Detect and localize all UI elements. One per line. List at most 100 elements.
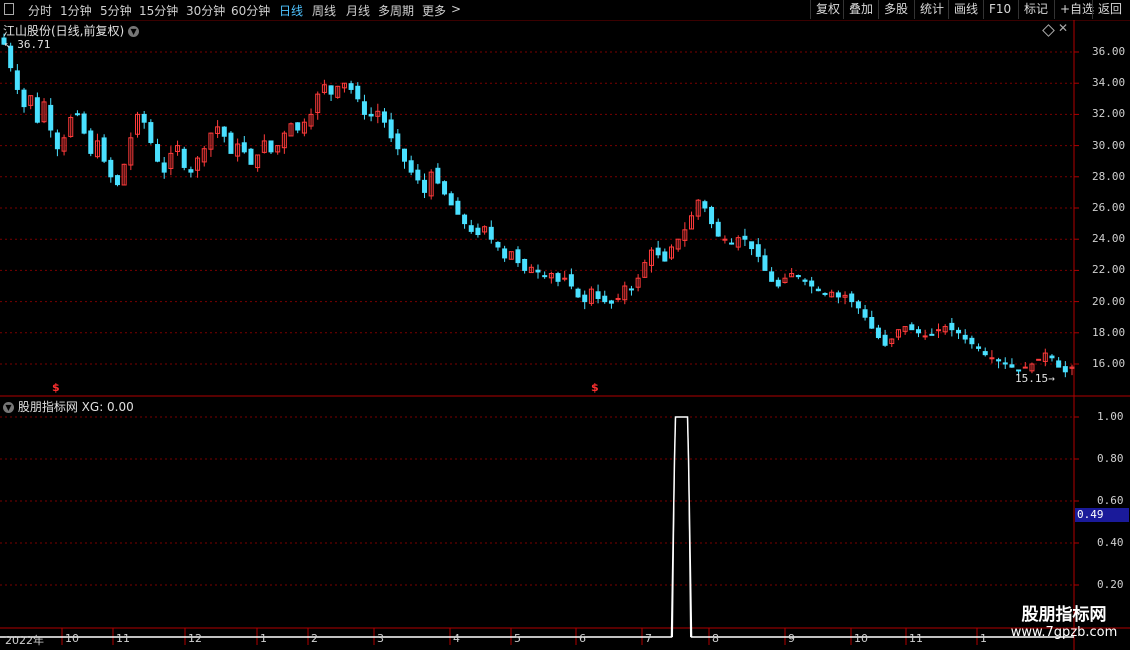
- candle-body: [442, 181, 448, 195]
- candle-body: [161, 162, 167, 173]
- candle-body: [775, 279, 781, 287]
- candle-body: [455, 200, 461, 215]
- candle-body: [248, 148, 254, 165]
- candle-body: [562, 277, 568, 280]
- candle-body: [1016, 369, 1022, 372]
- candle-body: [662, 251, 668, 262]
- candle-body: [915, 329, 921, 334]
- candle-body: [181, 148, 187, 168]
- x-axis-label: 12: [188, 632, 202, 645]
- candle-body: [402, 148, 407, 162]
- candle-body: [381, 111, 387, 123]
- candle-body: [435, 167, 441, 184]
- candle-body: [608, 300, 614, 304]
- main-y-tick: 16.00: [1092, 357, 1126, 370]
- candle-body: [448, 193, 454, 206]
- candle-body: [188, 169, 194, 173]
- indicator-y-tick: 0.80: [1097, 452, 1124, 465]
- candle-body: [268, 140, 274, 153]
- candle-body: [962, 334, 968, 340]
- candle-body: [1056, 360, 1062, 368]
- chevron-down-icon[interactable]: ▼: [3, 402, 14, 413]
- candle-body: [956, 329, 962, 334]
- candle-body: [535, 269, 541, 273]
- candle-body: [1049, 355, 1055, 359]
- main-y-tick: 30.00: [1092, 138, 1126, 152]
- candle-body: [922, 335, 928, 338]
- x-axis-label: 4: [453, 632, 460, 645]
- x-axis-label: 3: [377, 632, 384, 645]
- candle-body: [368, 113, 374, 117]
- candle-body: [729, 242, 735, 245]
- main-panel-title: 江山股份(日线,前复权): [3, 24, 125, 38]
- x-axis-label: 1: [260, 632, 267, 645]
- x-axis-label: 1: [980, 632, 987, 645]
- candle-body: [21, 89, 27, 108]
- candle-body: [462, 214, 468, 225]
- candle-body: [468, 225, 474, 232]
- candle-body: [602, 295, 608, 303]
- candle-body: [34, 97, 40, 123]
- indicator-panel-title: 股朋指标网: [17, 400, 78, 414]
- candle-body: [355, 85, 361, 100]
- candle-body: [709, 206, 715, 225]
- candle-body: [361, 101, 367, 115]
- candle-body: [415, 169, 421, 181]
- candle-body: [81, 113, 87, 134]
- candle-body: [1022, 366, 1028, 369]
- main-panel-title-row: 江山股份(日线,前复权) ▼: [3, 22, 140, 39]
- candle-body: [88, 130, 94, 154]
- candle-body: [388, 119, 394, 139]
- candle-body: [969, 337, 975, 345]
- candle-body: [749, 241, 755, 250]
- candle-body: [849, 293, 855, 303]
- candle-body: [875, 327, 881, 338]
- candle-body: [822, 292, 828, 295]
- candle-body: [869, 317, 875, 329]
- candle-body: [835, 292, 841, 298]
- candle-body: [515, 249, 521, 264]
- candle-body: [809, 280, 815, 287]
- candle-body: [101, 137, 107, 162]
- candle-body: [48, 104, 54, 131]
- candle-body: [575, 288, 581, 298]
- candle-body: [1062, 366, 1068, 373]
- watermark-url: www.7gpzb.com: [1010, 625, 1118, 640]
- candle-body: [221, 126, 227, 137]
- candle-body: [108, 159, 114, 178]
- candle-body: [982, 351, 988, 356]
- candle-body: [628, 288, 634, 291]
- indicator-signal-line: [0, 416, 1074, 638]
- candle-body: [1036, 358, 1042, 361]
- main-y-tick: 24.00: [1092, 232, 1126, 246]
- indicator-value: XG: 0.00: [81, 400, 134, 414]
- indicator-signal-inner: [672, 416, 692, 638]
- candle-body: [1009, 364, 1015, 368]
- main-y-tick: 28.00: [1092, 169, 1126, 183]
- candle-body: [348, 83, 354, 90]
- main-y-tick: 20.00: [1092, 294, 1126, 308]
- main-y-tick: 18.00: [1092, 325, 1126, 339]
- candle-body: [568, 274, 574, 287]
- candle-body: [495, 241, 501, 248]
- main-y-tick: 22.00: [1092, 263, 1126, 277]
- candle-body: [295, 122, 301, 131]
- x-axis-label: 11: [116, 632, 130, 645]
- indicator-current-value: 0.49: [1075, 508, 1129, 522]
- candle-body: [241, 142, 247, 153]
- candle-body: [74, 113, 80, 116]
- chevron-down-icon[interactable]: ▼: [128, 26, 140, 37]
- high-price-label: 36.71: [17, 38, 51, 51]
- candle-body: [502, 248, 508, 259]
- candle-body: [1002, 362, 1008, 365]
- candle-body: [755, 244, 761, 257]
- close-panel-icon[interactable]: ✕: [1058, 21, 1068, 35]
- candle-body: [422, 179, 428, 193]
- candle-body: [395, 133, 401, 150]
- candle-body: [855, 301, 861, 309]
- candle-body: [141, 113, 147, 123]
- candle-body: [989, 357, 995, 360]
- x-axis-label: 10: [65, 632, 79, 645]
- low-price-label: 15.15: [1015, 372, 1049, 385]
- candle-body: [702, 201, 708, 209]
